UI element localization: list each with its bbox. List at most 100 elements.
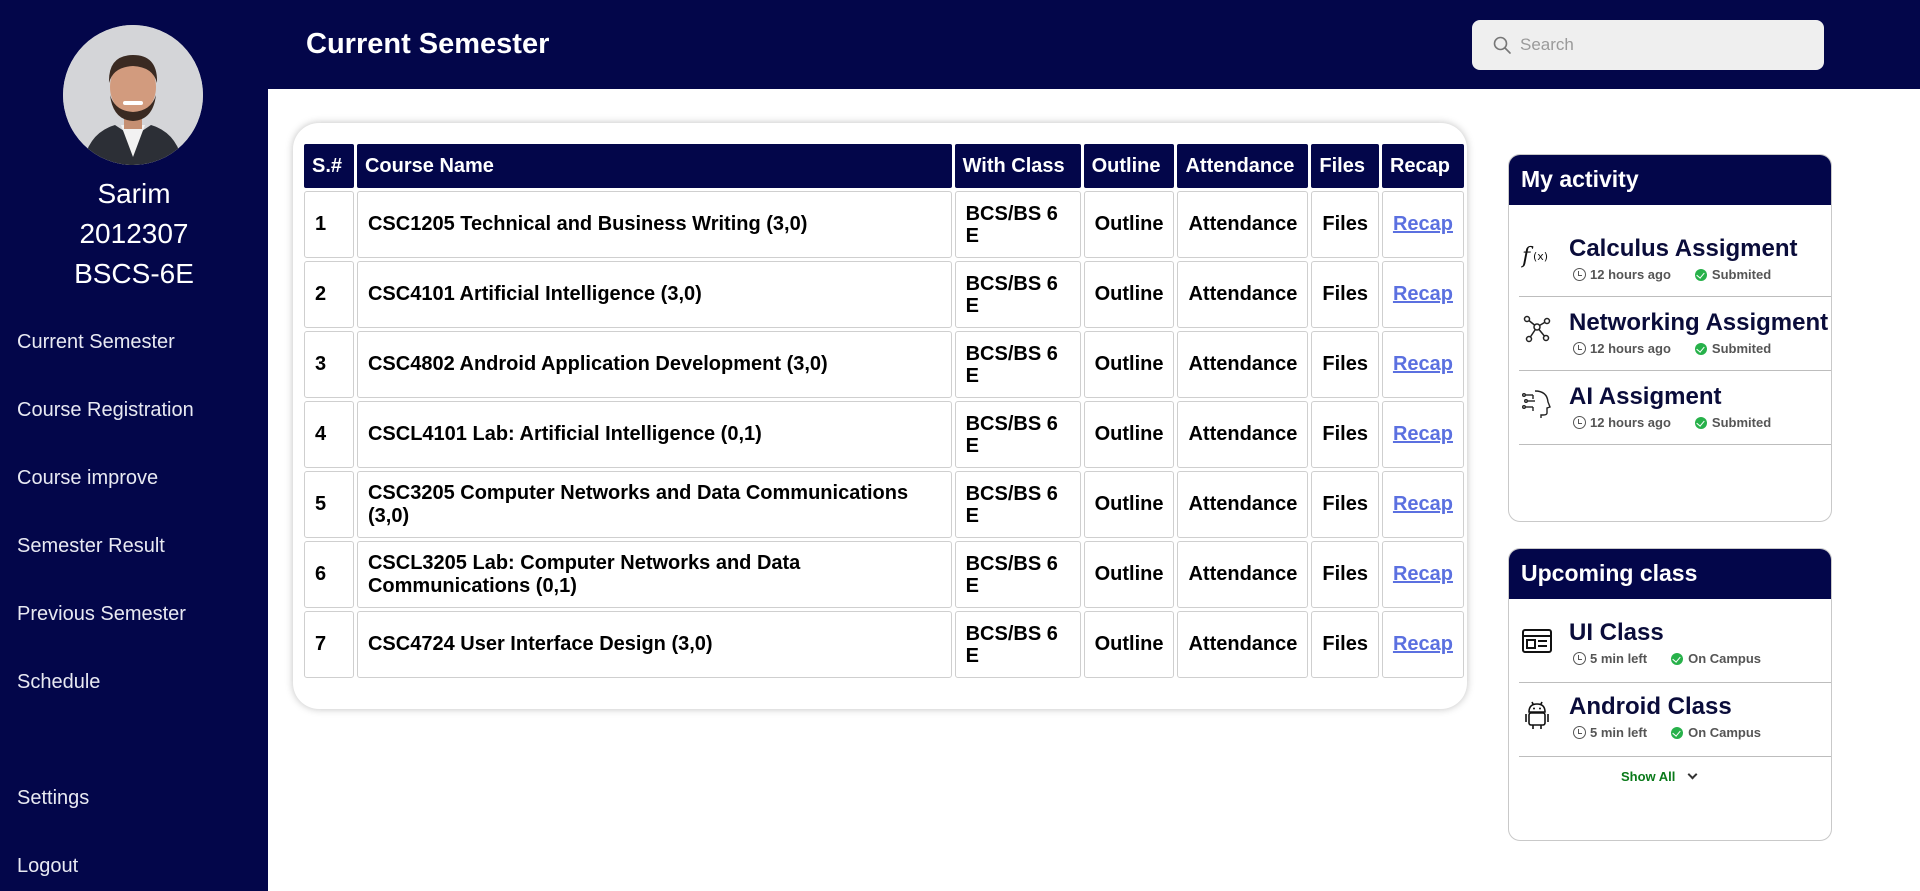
row-files-link[interactable]: Files xyxy=(1311,611,1379,678)
check-circle-icon xyxy=(1694,342,1707,355)
row-recap-link[interactable]: Recap xyxy=(1393,563,1453,585)
upcoming-class-title: Upcoming class xyxy=(1509,549,1831,599)
row-outline-link[interactable]: Outline xyxy=(1083,191,1175,258)
row-attendance-link[interactable]: Attendance xyxy=(1177,541,1309,608)
course-table-card: S.# Course Name With Class Outline Atten… xyxy=(293,123,1467,709)
show-all-button[interactable]: Show All xyxy=(1621,769,1698,784)
table-row: 5 CSC3205 Computer Networks and Data Com… xyxy=(304,471,1464,538)
activity-meta: 12 hours ago Submited xyxy=(1573,267,1771,282)
header-recap: Recap xyxy=(1381,144,1464,188)
table-row: 6 CSCL3205 Lab: Computer Networks and Da… xyxy=(304,541,1464,608)
sidebar-item-semester-result[interactable]: Semester Result xyxy=(17,535,165,558)
activity-item[interactable]: f (x) Calculus Assigment 12 hours ago Su… xyxy=(1519,223,1831,297)
row-files-link[interactable]: Files xyxy=(1311,471,1379,538)
row-sn: 2 xyxy=(304,261,354,328)
check-circle-icon xyxy=(1671,726,1684,739)
row-outline-link[interactable]: Outline xyxy=(1083,611,1175,678)
row-course-name: CSC4101 Artificial Intelligence (3,0) xyxy=(356,261,952,328)
activity-title: Networking Assigment xyxy=(1569,309,1829,336)
row-recap-cell: Recap xyxy=(1381,191,1464,258)
row-outline-link[interactable]: Outline xyxy=(1083,471,1175,538)
row-sn: 1 xyxy=(304,191,354,258)
sidebar-item-settings[interactable]: Settings xyxy=(17,787,89,810)
row-recap-link[interactable]: Recap xyxy=(1393,493,1453,515)
row-outline-link[interactable]: Outline xyxy=(1083,401,1175,468)
clock-icon xyxy=(1573,416,1586,429)
android-icon xyxy=(1525,701,1549,729)
row-course-name: CSC1205 Technical and Business Writing (… xyxy=(356,191,952,258)
row-recap-cell: Recap xyxy=(1381,611,1464,678)
clock-icon xyxy=(1573,726,1586,739)
table-header-row: S.# Course Name With Class Outline Atten… xyxy=(304,144,1464,188)
upcoming-time: 5 min left xyxy=(1590,725,1648,740)
my-activity-title: My activity xyxy=(1509,155,1831,205)
show-all-label: Show All xyxy=(1621,769,1676,784)
row-attendance-link[interactable]: Attendance xyxy=(1177,401,1309,468)
header-files: Files xyxy=(1311,144,1379,188)
activity-title: Calculus Assigment xyxy=(1569,235,1798,262)
activity-meta: 12 hours ago Submited xyxy=(1573,341,1771,356)
row-sn: 3 xyxy=(304,331,354,398)
row-recap-link[interactable]: Recap xyxy=(1393,353,1453,375)
my-activity-card: My activity f (x) Calculus Assigment 12 … xyxy=(1508,154,1832,522)
row-recap-link[interactable]: Recap xyxy=(1393,213,1453,235)
row-course-name: CSC3205 Computer Networks and Data Commu… xyxy=(356,471,952,538)
sidebar-item-course-registration[interactable]: Course Registration xyxy=(17,399,194,422)
row-attendance-link[interactable]: Attendance xyxy=(1177,191,1309,258)
avatar[interactable] xyxy=(63,25,203,165)
upcoming-item[interactable]: UI Class 5 min left On Campus xyxy=(1519,609,1831,683)
row-files-link[interactable]: Files xyxy=(1311,191,1379,258)
activity-item[interactable]: AI Assigment 12 hours ago Submited xyxy=(1519,371,1831,445)
upcoming-time: 5 min left xyxy=(1590,651,1648,666)
row-recap-link[interactable]: Recap xyxy=(1393,633,1453,655)
row-outline-link[interactable]: Outline xyxy=(1083,261,1175,328)
activity-time: 12 hours ago xyxy=(1590,341,1671,356)
search-input[interactable] xyxy=(1520,20,1810,70)
course-table: S.# Course Name With Class Outline Atten… xyxy=(301,141,1467,681)
table-row: 1 CSC1205 Technical and Business Writing… xyxy=(304,191,1464,258)
student-program: BSCS-6E xyxy=(74,258,194,289)
row-attendance-link[interactable]: Attendance xyxy=(1177,471,1309,538)
row-with-class-link[interactable]: BCS/BS 6 E xyxy=(954,331,1081,398)
sidebar-item-course-improve[interactable]: Course improve xyxy=(17,467,158,490)
row-with-class-link[interactable]: BCS/BS 6 E xyxy=(954,471,1081,538)
activity-title: AI Assigment xyxy=(1569,383,1722,410)
row-sn: 7 xyxy=(304,611,354,678)
sidebar-item-current-semester[interactable]: Current Semester xyxy=(17,331,175,354)
sidebar-item-previous-semester[interactable]: Previous Semester xyxy=(17,603,186,626)
row-with-class-link[interactable]: BCS/BS 6 E xyxy=(954,191,1081,258)
row-with-class-link[interactable]: BCS/BS 6 E xyxy=(954,611,1081,678)
row-recap-cell: Recap xyxy=(1381,331,1464,398)
row-with-class-link[interactable]: BCS/BS 6 E xyxy=(954,541,1081,608)
row-files-link[interactable]: Files xyxy=(1311,331,1379,398)
row-outline-link[interactable]: Outline xyxy=(1083,331,1175,398)
row-files-link[interactable]: Files xyxy=(1311,261,1379,328)
row-recap-cell: Recap xyxy=(1381,541,1464,608)
row-outline-link[interactable]: Outline xyxy=(1083,541,1175,608)
search-icon xyxy=(1493,36,1511,54)
row-attendance-link[interactable]: Attendance xyxy=(1177,611,1309,678)
row-recap-cell: Recap xyxy=(1381,471,1464,538)
row-sn: 5 xyxy=(304,471,354,538)
activity-status: Submited xyxy=(1711,415,1772,430)
sidebar-item-schedule[interactable]: Schedule xyxy=(17,671,100,694)
row-course-name: CSCL3205 Lab: Computer Networks and Data… xyxy=(356,541,952,608)
row-with-class-link[interactable]: BCS/BS 6 E xyxy=(954,401,1081,468)
top-header: Current Semester xyxy=(268,0,1920,89)
sidebar-item-logout[interactable]: Logout xyxy=(17,855,78,878)
row-attendance-link[interactable]: Attendance xyxy=(1177,261,1309,328)
row-with-class-link[interactable]: BCS/BS 6 E xyxy=(954,261,1081,328)
row-files-link[interactable]: Files xyxy=(1311,401,1379,468)
row-course-name: CSCL4101 Lab: Artificial Intelligence (0… xyxy=(356,401,952,468)
check-circle-icon xyxy=(1671,652,1684,665)
search-box[interactable] xyxy=(1472,20,1824,70)
activity-item[interactable]: Networking Assigment 12 hours ago Submit… xyxy=(1519,297,1831,371)
row-recap-link[interactable]: Recap xyxy=(1393,283,1453,305)
upcoming-item[interactable]: Android Class 5 min left On Campus xyxy=(1519,683,1831,757)
row-recap-link[interactable]: Recap xyxy=(1393,423,1453,445)
row-files-link[interactable]: Files xyxy=(1311,541,1379,608)
table-row: 2 CSC4101 Artificial Intelligence (3,0) … xyxy=(304,261,1464,328)
row-attendance-link[interactable]: Attendance xyxy=(1177,331,1309,398)
student-id: 2012307 xyxy=(79,218,189,249)
table-row: 7 CSC4724 User Interface Design (3,0) BC… xyxy=(304,611,1464,678)
